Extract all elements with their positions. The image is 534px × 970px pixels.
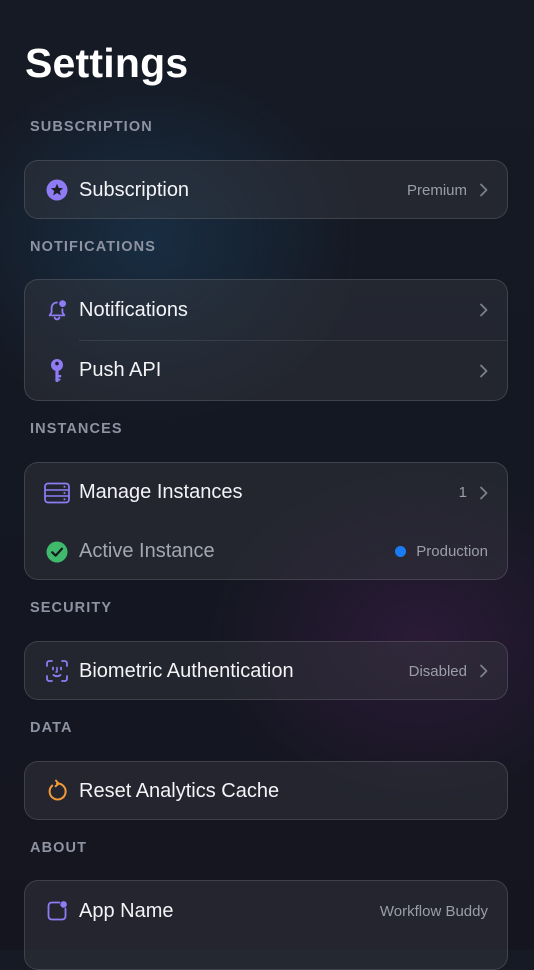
face-id-icon bbox=[44, 658, 70, 684]
section-header-data: DATA bbox=[30, 720, 73, 736]
subscription-plan-value: Premium bbox=[406, 181, 467, 199]
section-header-about: ABOUT bbox=[30, 840, 88, 856]
subscription-label: Subscription bbox=[79, 178, 190, 201]
reset-arrow-icon bbox=[44, 778, 70, 804]
app-name-value: Workflow Buddy bbox=[379, 902, 488, 920]
star-badge-icon bbox=[44, 177, 70, 203]
instance-status: Production bbox=[395, 543, 488, 560]
active-instance-value: Production bbox=[416, 543, 488, 560]
subscription-card: Subscription Premium bbox=[24, 160, 508, 219]
chevron-right-icon bbox=[480, 486, 488, 499]
about-card: App Name Workflow Buddy bbox=[24, 880, 508, 970]
app-badge-icon bbox=[44, 898, 70, 924]
key-icon bbox=[44, 358, 70, 384]
app-name-row: App Name Workflow Buddy bbox=[25, 881, 507, 941]
biometric-authentication-row[interactable]: Biometric Authentication Disabled bbox=[25, 642, 507, 699]
data-card: Reset Analytics Cache bbox=[24, 761, 508, 820]
manage-instances-label: Manage Instances bbox=[79, 481, 243, 503]
instance-count-value: 1 bbox=[458, 484, 467, 501]
chevron-right-icon bbox=[480, 664, 488, 678]
active-instance-label: Active Instance bbox=[79, 540, 215, 562]
subscription-row[interactable]: Subscription Premium bbox=[25, 161, 507, 218]
chevron-right-icon bbox=[480, 183, 488, 197]
section-header-subscription: SUBSCRIPTION bbox=[30, 119, 153, 135]
app-name-label: App Name bbox=[79, 899, 174, 922]
security-card: Biometric Authentication Disabled bbox=[24, 641, 508, 700]
page-title: Settings bbox=[25, 40, 189, 86]
chevron-right-icon bbox=[480, 303, 488, 317]
status-dot-icon bbox=[395, 546, 407, 557]
reset-analytics-cache-label: Reset Analytics Cache bbox=[79, 779, 280, 802]
push-api-row[interactable]: Push API bbox=[25, 340, 507, 400]
instances-card: Manage Instances 1 Active Instance Produ… bbox=[24, 462, 508, 580]
chevron-right-icon bbox=[480, 364, 488, 377]
notifications-row[interactable]: Notifications bbox=[25, 280, 507, 340]
push-api-label: Push API bbox=[79, 359, 162, 381]
biometric-status-value: Disabled bbox=[408, 662, 467, 680]
notifications-label: Notifications bbox=[79, 298, 188, 321]
section-header-instances: INSTANCES bbox=[30, 421, 123, 437]
manage-instances-row[interactable]: Manage Instances 1 bbox=[25, 463, 507, 522]
biometric-authentication-label: Biometric Authentication bbox=[79, 659, 294, 682]
bell-badge-icon bbox=[44, 297, 70, 323]
active-instance-row: Active Instance Production bbox=[25, 522, 507, 579]
section-header-security: SECURITY bbox=[30, 600, 113, 616]
server-rack-icon bbox=[44, 480, 70, 506]
notifications-card: Notifications Push API bbox=[24, 279, 508, 401]
checkmark-circle-icon bbox=[44, 539, 70, 565]
reset-analytics-cache-row[interactable]: Reset Analytics Cache bbox=[25, 762, 507, 819]
section-header-notifications: NOTIFICATIONS bbox=[30, 239, 156, 255]
